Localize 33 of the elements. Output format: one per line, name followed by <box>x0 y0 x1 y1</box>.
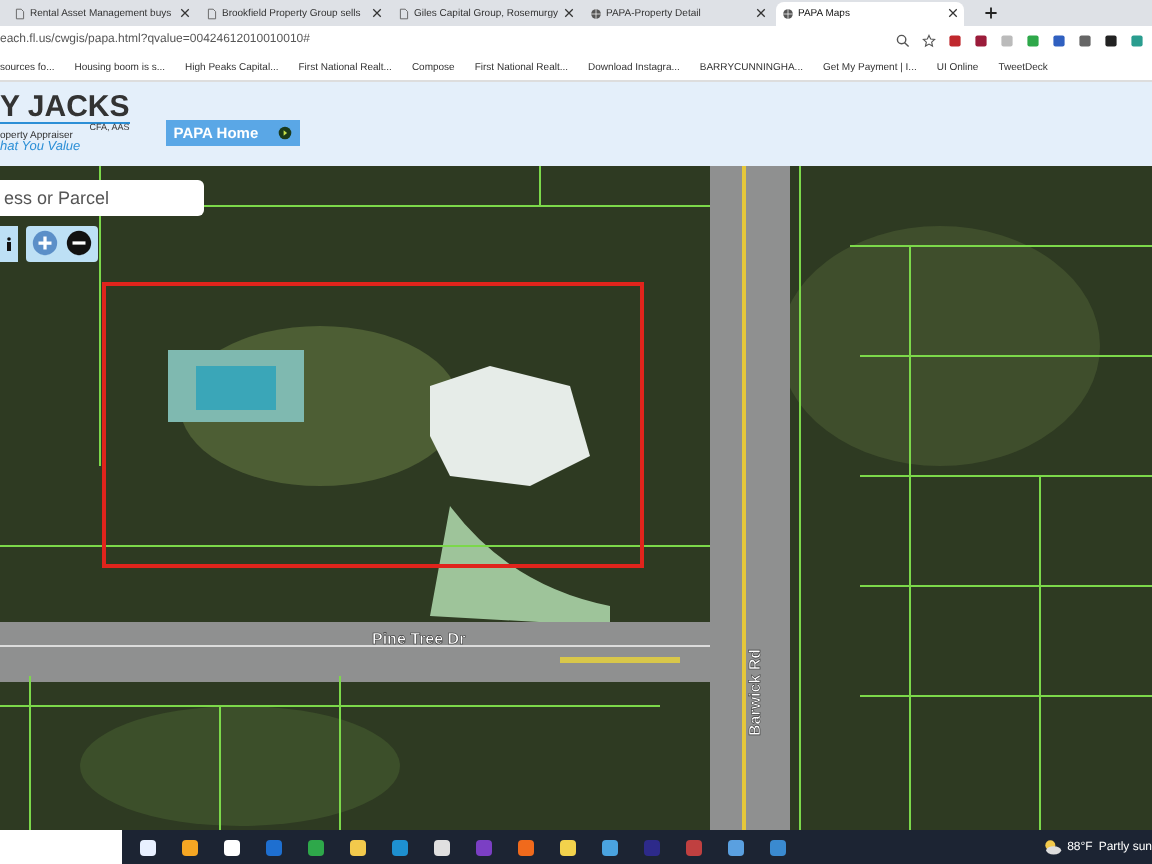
zoom-in-button[interactable] <box>32 230 58 256</box>
star-icon[interactable] <box>922 33 936 48</box>
page-icon <box>206 7 218 20</box>
taskbar-app-icon[interactable] <box>348 837 368 857</box>
info-button[interactable] <box>0 226 18 262</box>
taskbar-app-icon[interactable] <box>600 837 620 857</box>
taskbar-app-icon[interactable] <box>558 837 578 857</box>
swimming-pool <box>168 350 304 422</box>
close-icon[interactable] <box>564 8 574 19</box>
page-icon <box>14 7 26 20</box>
sun-cloud-icon <box>1041 838 1062 856</box>
globe-icon <box>590 7 602 20</box>
logo-text: Y JACKS <box>0 91 130 124</box>
info-icon <box>4 233 14 255</box>
globe-icon <box>782 7 794 20</box>
taskbar-app-icon[interactable] <box>138 837 158 857</box>
taskbar-app-icon[interactable] <box>180 837 200 857</box>
parcel-outline[interactable] <box>102 282 644 568</box>
search-field[interactable]: ess or Parcel <box>0 180 204 216</box>
close-icon[interactable] <box>756 8 766 19</box>
close-icon[interactable] <box>180 8 190 19</box>
taskbar-app-icon[interactable] <box>432 837 452 857</box>
new-tab-icon[interactable] <box>984 5 998 20</box>
street-label: Barwick Rd <box>746 648 764 736</box>
taskbar-app-icon[interactable] <box>726 837 746 857</box>
zoom-icon[interactable] <box>896 33 910 48</box>
close-icon[interactable] <box>372 8 382 19</box>
close-icon[interactable] <box>948 8 958 19</box>
zoom-out-button[interactable] <box>66 230 92 256</box>
street-label: Pine Tree Dr <box>372 630 466 648</box>
taskbar-app-icon[interactable] <box>222 837 242 857</box>
page-icon <box>398 7 410 20</box>
arrow-icon <box>278 126 293 141</box>
